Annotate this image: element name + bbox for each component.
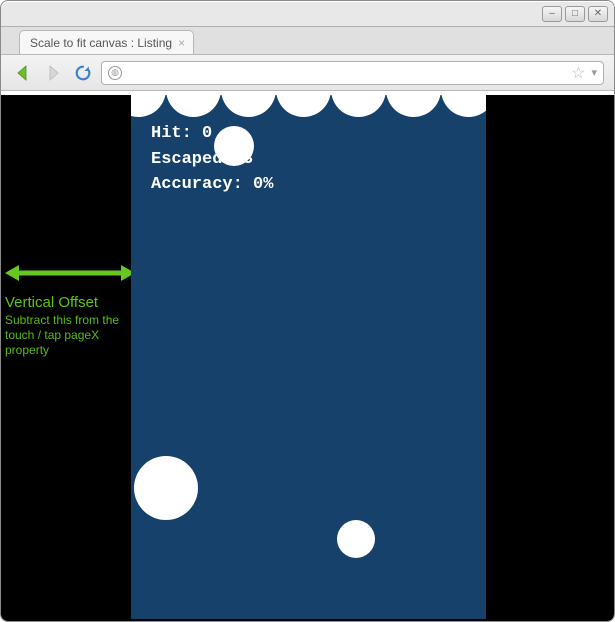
- annotation-title: Vertical Offset: [5, 294, 135, 311]
- page-viewport: Vertical Offset Subtract this from the t…: [1, 91, 614, 621]
- vertical-offset-annotation: Vertical Offset Subtract this from the t…: [5, 261, 135, 358]
- bubble[interactable]: [214, 126, 254, 166]
- tab-strip: Scale to fit canvas : Listing ×: [1, 27, 614, 55]
- maximize-button[interactable]: □: [565, 6, 585, 22]
- url-dropdown-icon[interactable]: ▾: [591, 66, 597, 79]
- arrow-left-icon: [13, 63, 33, 83]
- stat-hit-value: 0: [202, 124, 212, 143]
- os-window-controls: – □ ✕: [542, 6, 608, 22]
- browser-chrome: Scale to fit canvas : Listing ×: [1, 27, 614, 621]
- game-stats: Hit: 0 Escaped: 3 Accuracy: 0%: [151, 121, 273, 198]
- tab-close-icon[interactable]: ×: [178, 36, 185, 50]
- reload-icon: [74, 64, 92, 82]
- close-button[interactable]: ✕: [588, 6, 608, 22]
- forward-button[interactable]: [41, 61, 65, 85]
- stat-hit-label: Hit:: [151, 124, 192, 143]
- arrow-right-icon: [43, 63, 63, 83]
- globe-icon: ◍: [108, 66, 122, 80]
- tab-title: Scale to fit canvas : Listing: [30, 36, 172, 50]
- bubble[interactable]: [337, 520, 375, 558]
- stat-accuracy-label: Accuracy:: [151, 175, 243, 194]
- game-canvas[interactable]: Hit: 0 Escaped: 3 Accuracy: 0%: [131, 95, 486, 619]
- back-button[interactable]: [11, 61, 35, 85]
- os-window: – □ ✕ Scale to fit canvas : Listing ×: [0, 0, 615, 622]
- os-titlebar: – □ ✕: [1, 1, 614, 27]
- url-bar[interactable]: ◍ ☆ ▾: [101, 61, 604, 85]
- url-input[interactable]: [128, 66, 565, 80]
- browser-tab[interactable]: Scale to fit canvas : Listing ×: [19, 30, 194, 54]
- reload-button[interactable]: [71, 61, 95, 85]
- bubble[interactable]: [134, 456, 198, 520]
- double-arrow-icon: [5, 261, 135, 285]
- stat-accuracy-value: 0%: [253, 175, 273, 194]
- nav-toolbar: ◍ ☆ ▾: [1, 55, 614, 91]
- annotation-subtitle: Subtract this from the touch / tap pageX…: [5, 313, 135, 358]
- minimize-button[interactable]: –: [542, 6, 562, 22]
- bookmark-star-icon[interactable]: ☆: [571, 63, 585, 83]
- wave-top-decoration: [131, 95, 486, 117]
